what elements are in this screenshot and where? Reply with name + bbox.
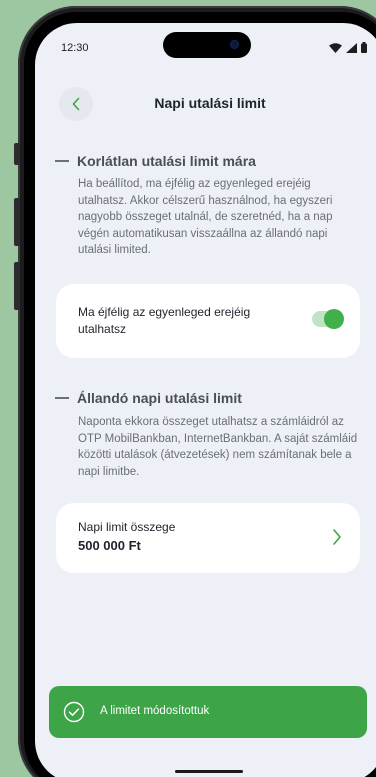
battery-icon [361,42,367,53]
toggle-knob [324,309,344,329]
unlimited-toggle-card[interactable]: Ma éjfélig az egyenleged erejéig utalhat… [56,284,360,358]
toast-message: A limitet módosítottuk [100,705,210,717]
section-dash [55,160,69,162]
phone-volume-up-button [14,198,20,246]
chevron-right-icon [333,529,341,545]
phone-screen: 12:30 Napi utalási limit Korlátlan utalá… [35,23,376,777]
status-bar: 12:30 [35,23,376,71]
stage: 12:30 Napi utalási limit Korlátlan utalá… [0,0,376,777]
page-title: Napi utalási limit [154,95,266,111]
daily-limit-card[interactable]: Napi limit összege 500 000 Ft [56,503,360,573]
section-unlimited-title: Korlátlan utalási limit mára [77,153,256,169]
section-permanent-title: Állandó napi utalási limit [77,390,242,406]
section-permanent-description: Naponta ekkora összeget utalhatsz a szám… [78,416,358,478]
cellular-signal-icon [346,42,357,53]
section-unlimited-header: Korlátlan utalási limit mára [55,153,256,169]
check-circle-icon [63,701,85,723]
daily-limit-value: 500 000 Ft [78,538,141,553]
unlimited-toggle-switch[interactable] [312,309,344,329]
front-camera [230,40,239,49]
section-permanent-header: Állandó napi utalási limit [55,390,242,406]
section-unlimited-description: Ha beállítod, ma éjfélig az egyenleged e… [78,178,333,257]
status-time: 12:30 [61,42,89,54]
section-dash [55,397,69,399]
dynamic-island [163,32,251,58]
phone-volume-down-button [14,262,20,310]
phone-side-button [14,143,20,165]
success-toast: A limitet módosítottuk [49,686,367,738]
wifi-icon [329,42,342,53]
unlimited-toggle-label: Ma éjfélig az egyenleged erejéig utalhat… [78,305,251,336]
status-icons [329,42,367,53]
daily-limit-label: Napi limit összege [78,520,176,534]
home-indicator[interactable] [175,770,243,773]
